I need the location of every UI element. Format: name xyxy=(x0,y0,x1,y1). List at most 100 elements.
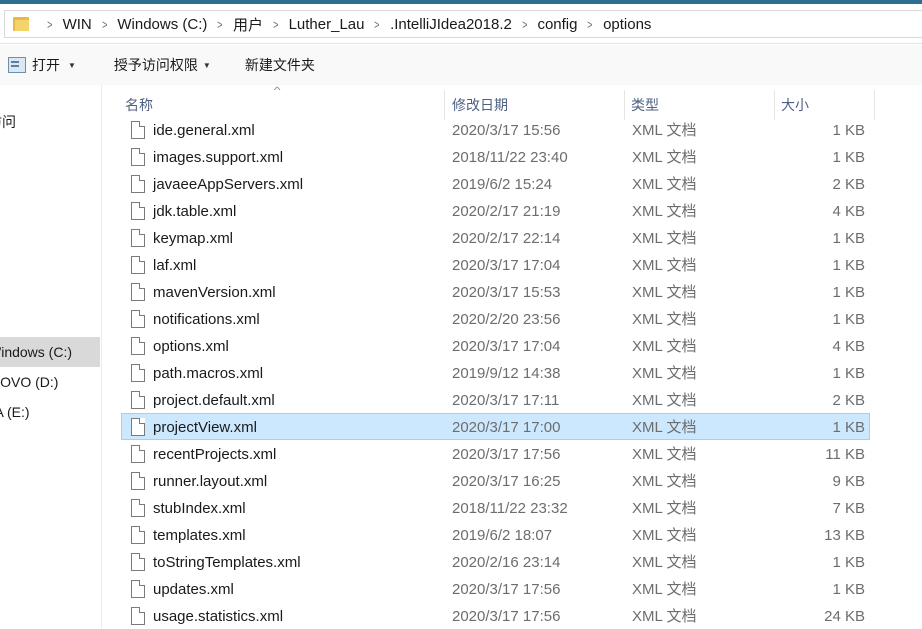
file-row[interactable]: runner.layout.xml 2020/3/17 16:25 XML 文档 9 … xyxy=(121,467,870,494)
file-size: 1 KB xyxy=(832,257,865,274)
grant-access-label: 授予访问权限 xyxy=(113,57,198,73)
breadcrumb-item-config[interactable]: config xyxy=(537,16,577,33)
file-row[interactable]: ide.general.xml 2020/3/17 15:56 XML 文档 1 KB xyxy=(121,116,870,143)
open-icon xyxy=(8,57,26,73)
sidebar-item-drive-e[interactable]: TA (E:) xyxy=(0,397,100,427)
file-row[interactable]: notifications.xml 2020/2/20 23:56 XML 文档 1 … xyxy=(121,305,870,332)
file-name: options.xml xyxy=(153,338,229,355)
new-folder-button[interactable]: 新建文件夹 xyxy=(237,51,323,79)
chevron-down-icon[interactable]: ▼ xyxy=(68,61,76,70)
breadcrumb[interactable]: > WIN > Windows (C:) > 用户 > Luther_Lau >… xyxy=(4,10,922,38)
xml-file-icon xyxy=(131,580,145,598)
xml-file-icon xyxy=(131,175,145,193)
file-name: project.default.xml xyxy=(153,392,275,409)
file-row[interactable]: usage.statistics.xml 2020/3/17 17:56 XML 文… xyxy=(121,602,870,629)
breadcrumb-item-users[interactable]: 用户 xyxy=(233,14,263,35)
chevron-right-icon[interactable]: > xyxy=(273,17,278,32)
file-modified-date: 2020/3/17 17:56 xyxy=(452,446,561,463)
file-size: 11 KB xyxy=(825,446,865,463)
file-name: ide.general.xml xyxy=(153,122,255,139)
file-size: 1 KB xyxy=(832,365,865,382)
chevron-right-icon[interactable]: > xyxy=(522,17,527,32)
breadcrumb-item-options[interactable]: options xyxy=(603,16,651,33)
sidebar-item-drive-d[interactable]: NOVO (D:) xyxy=(0,367,100,397)
file-name: runner.layout.xml xyxy=(153,473,268,490)
file-size: 24 KB xyxy=(824,608,865,625)
open-button[interactable]: 打开 ▼ xyxy=(0,51,84,79)
xml-file-icon xyxy=(131,499,145,517)
sidebar-item-drive-c[interactable]: Windows (C:) xyxy=(0,337,100,367)
file-row[interactable]: javaeeAppServers.xml 2019/6/2 15:24 XML 文档… xyxy=(121,170,870,197)
file-name: jdk.table.xml xyxy=(153,203,237,220)
file-modified-date: 2020/3/17 17:04 xyxy=(452,257,561,274)
chevron-right-icon[interactable]: > xyxy=(588,17,593,32)
xml-file-icon xyxy=(131,553,145,571)
file-list: ^ 名称 修改日期 类型 大小 ide.general.xml 2020/3/17… xyxy=(103,85,922,629)
file-name: laf.xml xyxy=(153,257,197,274)
file-type: XML 文档 xyxy=(632,257,697,274)
sidebar-item-label: 访问 xyxy=(0,114,16,130)
file-modified-date: 2019/6/2 15:24 xyxy=(452,176,553,193)
file-type: XML 文档 xyxy=(632,473,697,490)
command-bar: 打开 ▼ 授予访问权限 ▼ 新建文件夹 xyxy=(0,45,922,85)
file-name: templates.xml xyxy=(153,527,246,544)
chevron-right-icon[interactable]: > xyxy=(375,17,380,32)
file-type: XML 文档 xyxy=(632,446,697,463)
breadcrumb-item-win[interactable]: WIN xyxy=(63,16,92,33)
file-name: usage.statistics.xml xyxy=(153,608,284,625)
xml-file-icon xyxy=(131,472,145,490)
file-modified-date: 2020/3/17 17:04 xyxy=(452,338,561,355)
file-row[interactable]: updates.xml 2020/3/17 17:56 XML 文档 1 KB xyxy=(121,575,870,602)
file-row[interactable]: keymap.xml 2020/2/17 22:14 XML 文档 1 KB xyxy=(121,224,870,251)
xml-file-icon xyxy=(131,364,145,382)
file-row[interactable]: recentProjects.xml 2020/3/17 17:56 XML 文档 1… xyxy=(121,440,870,467)
breadcrumb-item-user-folder[interactable]: Luther_Lau xyxy=(289,16,365,33)
chevron-right-icon[interactable]: > xyxy=(218,17,223,32)
file-row[interactable]: project.default.xml 2020/3/17 17:11 XML 文档… xyxy=(121,386,870,413)
address-bar[interactable]: > WIN > Windows (C:) > 用户 > Luther_Lau >… xyxy=(0,4,922,44)
file-modified-date: 2020/2/20 23:56 xyxy=(452,311,561,328)
breadcrumb-item-drive-c[interactable]: Windows (C:) xyxy=(117,16,207,33)
navigation-pane: 访问 Windows (C:) NOVO (D:) TA (E:) xyxy=(0,85,102,629)
file-row[interactable]: mavenVersion.xml 2020/3/17 15:53 XML 文档 1 K… xyxy=(121,278,870,305)
file-size: 2 KB xyxy=(832,176,865,193)
file-row[interactable]: templates.xml 2019/6/2 18:07 XML 文档 13 KB xyxy=(121,521,870,548)
file-modified-date: 2020/2/17 22:14 xyxy=(452,230,561,247)
file-modified-date: 2020/3/17 17:00 xyxy=(452,419,561,436)
file-size: 1 KB xyxy=(832,311,865,328)
file-modified-date: 2020/2/17 21:19 xyxy=(452,203,561,220)
xml-file-icon xyxy=(131,607,145,625)
file-type: XML 文档 xyxy=(632,554,697,571)
chevron-right-icon[interactable]: > xyxy=(102,17,107,32)
file-row[interactable]: projectView.xml 2020/3/17 17:00 XML 文档 1 KB xyxy=(121,413,870,440)
file-row[interactable]: options.xml 2020/3/17 17:04 XML 文档 4 KB xyxy=(121,332,870,359)
file-type: XML 文档 xyxy=(632,338,697,355)
file-row[interactable]: images.support.xml 2018/11/22 23:40 XML 文档… xyxy=(121,143,870,170)
file-type: XML 文档 xyxy=(632,311,697,328)
breadcrumb-item-intellij-folder[interactable]: .IntelliJIdea2018.2 xyxy=(390,16,512,33)
file-type: XML 文档 xyxy=(632,149,697,166)
file-size: 9 KB xyxy=(832,473,865,490)
file-row[interactable]: stubIndex.xml 2018/11/22 23:32 XML 文档 7 KB xyxy=(121,494,870,521)
file-name: javaeeAppServers.xml xyxy=(153,176,304,193)
xml-file-icon xyxy=(131,229,145,247)
file-type: XML 文档 xyxy=(632,230,697,247)
file-size: 1 KB xyxy=(832,230,865,247)
sidebar-item-label: TA (E:) xyxy=(0,404,30,420)
sidebar-item-quick-access[interactable]: 访问 xyxy=(0,107,100,137)
file-row[interactable]: jdk.table.xml 2020/2/17 21:19 XML 文档 4 KB xyxy=(121,197,870,224)
xml-file-icon xyxy=(131,121,145,139)
xml-file-icon xyxy=(131,418,145,436)
grant-access-button[interactable]: 授予访问权限 ▼ xyxy=(106,51,219,79)
file-modified-date: 2019/6/2 18:07 xyxy=(452,527,553,544)
file-row[interactable]: toStringTemplates.xml 2020/2/16 23:14 XML … xyxy=(121,548,870,575)
file-name: updates.xml xyxy=(153,581,234,598)
file-modified-date: 2020/3/17 16:25 xyxy=(452,473,561,490)
chevron-down-icon[interactable]: ▼ xyxy=(203,61,211,70)
file-size: 1 KB xyxy=(832,581,865,598)
chevron-right-icon[interactable]: > xyxy=(47,17,52,32)
file-row[interactable]: path.macros.xml 2019/9/12 14:38 XML 文档 1 KB xyxy=(121,359,870,386)
file-row[interactable]: laf.xml 2020/3/17 17:04 XML 文档 1 KB xyxy=(121,251,870,278)
file-size: 1 KB xyxy=(832,149,865,166)
file-modified-date: 2018/11/22 23:40 xyxy=(452,149,568,166)
